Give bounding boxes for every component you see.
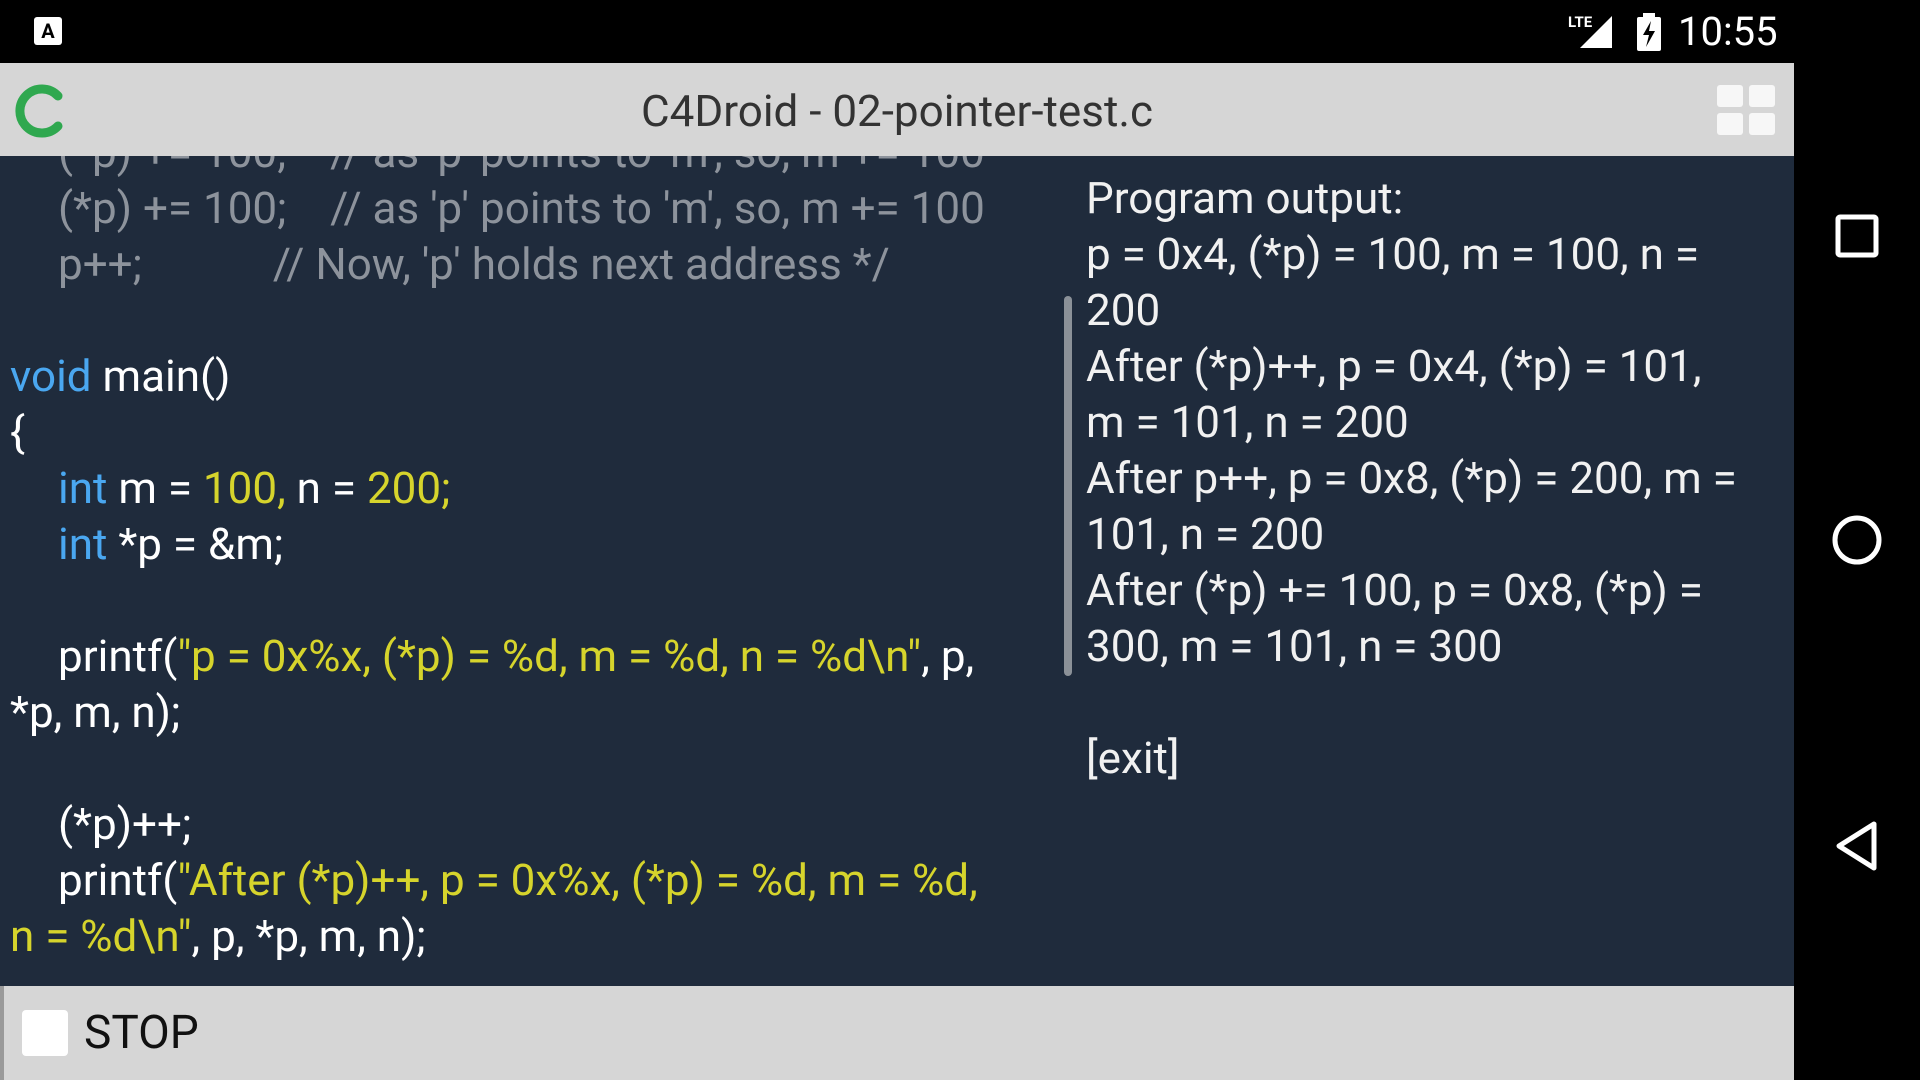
navigation-bar <box>1794 0 1920 1080</box>
scrollbar[interactable] <box>1064 296 1072 676</box>
code-string: 200; <box>366 462 451 514</box>
code-text: , p, *p, m, n); <box>191 910 426 962</box>
code-line: (*p)++; <box>10 796 1055 852</box>
code-text: main() <box>91 350 231 402</box>
code-string: "p = 0x%x, (*p) = %d, m = %d, n = %d\n" <box>177 630 922 682</box>
code-line: n = %d\n", p, *p, m, n); <box>10 908 1055 964</box>
home-button[interactable] <box>1794 480 1920 600</box>
code-comment: p++; // Now, 'p' holds next address */ <box>58 238 890 290</box>
code-string: 100, <box>202 462 286 514</box>
square-icon <box>1835 214 1879 258</box>
code-line: void main() <box>10 348 1055 404</box>
app-bar: C4Droid - 02-pointer-test.c <box>0 63 1794 156</box>
recent-apps-button[interactable] <box>1794 176 1920 296</box>
editor-output-area: (*p) += 100; // as 'p' points to 'm', so… <box>0 156 1794 986</box>
back-triangle-icon <box>1836 821 1877 871</box>
code-text: , p, <box>921 630 975 682</box>
output-line: Program output: <box>1086 172 1404 224</box>
bottom-bar: STOP <box>0 986 1794 1080</box>
signal-icon <box>1580 16 1612 48</box>
code-text: n = <box>285 462 367 514</box>
output-line: After p++, p = 0x8, (*p) = 200, m = <box>1086 452 1737 504</box>
code-string: n = %d\n" <box>10 910 192 962</box>
code-string: "After (*p)++, p = 0x%x, (*p) = %d, m = … <box>177 854 978 906</box>
code-keyword: int <box>58 518 108 570</box>
code-line: int m = 100, n = 200; <box>10 460 1055 516</box>
circle-icon <box>1832 515 1882 565</box>
code-line: (*p) += 100; // as 'p' points to 'm', so… <box>10 156 1055 180</box>
output-line: After (*p) += 100, p = 0x8, (*p) = <box>1086 564 1703 616</box>
code-text: printf( <box>58 854 178 906</box>
bottom-bar-edge <box>0 986 4 1080</box>
code-comment: (*p) += 100; // as 'p' points to 'm', so… <box>58 156 985 178</box>
output-line: m = 101, n = 200 <box>1086 396 1409 448</box>
code-editor[interactable]: (*p) += 100; // as 'p' points to 'm', so… <box>10 156 1055 964</box>
code-keyword: int <box>58 462 108 514</box>
code-line: p++; // Now, 'p' holds next address */ <box>10 236 1055 292</box>
window-title: C4Droid - 02-pointer-test.c <box>641 85 1153 137</box>
output-line: After (*p)++, p = 0x4, (*p) = 101, <box>1086 340 1702 392</box>
stop-label[interactable]: STOP <box>84 1006 199 1060</box>
stop-checkbox[interactable] <box>22 1010 68 1056</box>
back-button[interactable] <box>1794 786 1920 906</box>
code-line: printf("p = 0x%x, (*p) = %d, m = %d, n =… <box>10 628 1055 684</box>
code-line: *p, m, n); <box>10 684 1055 740</box>
status-bar: A LTE 10:55 <box>0 0 1794 63</box>
code-line: printf("After (*p)++, p = 0x%x, (*p) = %… <box>10 852 1055 908</box>
program-output: Program output: p = 0x4, (*p) = 100, m = … <box>1086 170 1786 786</box>
layout-grid-icon[interactable] <box>1717 85 1777 139</box>
output-line: 200 <box>1086 284 1161 336</box>
output-line: p = 0x4, (*p) = 100, m = 100, n = <box>1086 228 1699 280</box>
code-keyword: void <box>10 350 92 402</box>
output-line: [exit] <box>1086 732 1180 784</box>
code-text: m = <box>107 462 203 514</box>
code-text: printf( <box>58 630 178 682</box>
output-line: 300, m = 101, n = 300 <box>1086 620 1503 672</box>
battery-charging-icon <box>1637 13 1661 51</box>
notification-app-icon: A <box>34 17 62 45</box>
code-line: int *p = &m; <box>10 516 1055 572</box>
code-line: (*p) += 100; // as 'p' points to 'm', so… <box>10 180 1055 236</box>
code-text: *p = &m; <box>107 518 284 570</box>
clock: 10:55 <box>1678 8 1778 55</box>
code-line: { <box>10 404 1055 460</box>
code-text: *p, m, n); <box>10 686 181 738</box>
output-line: 101, n = 200 <box>1086 508 1325 560</box>
code-text: { <box>10 406 25 458</box>
code-comment: (*p) += 100; // as 'p' points to 'm', so… <box>58 182 985 234</box>
code-text: (*p)++; <box>58 798 192 850</box>
